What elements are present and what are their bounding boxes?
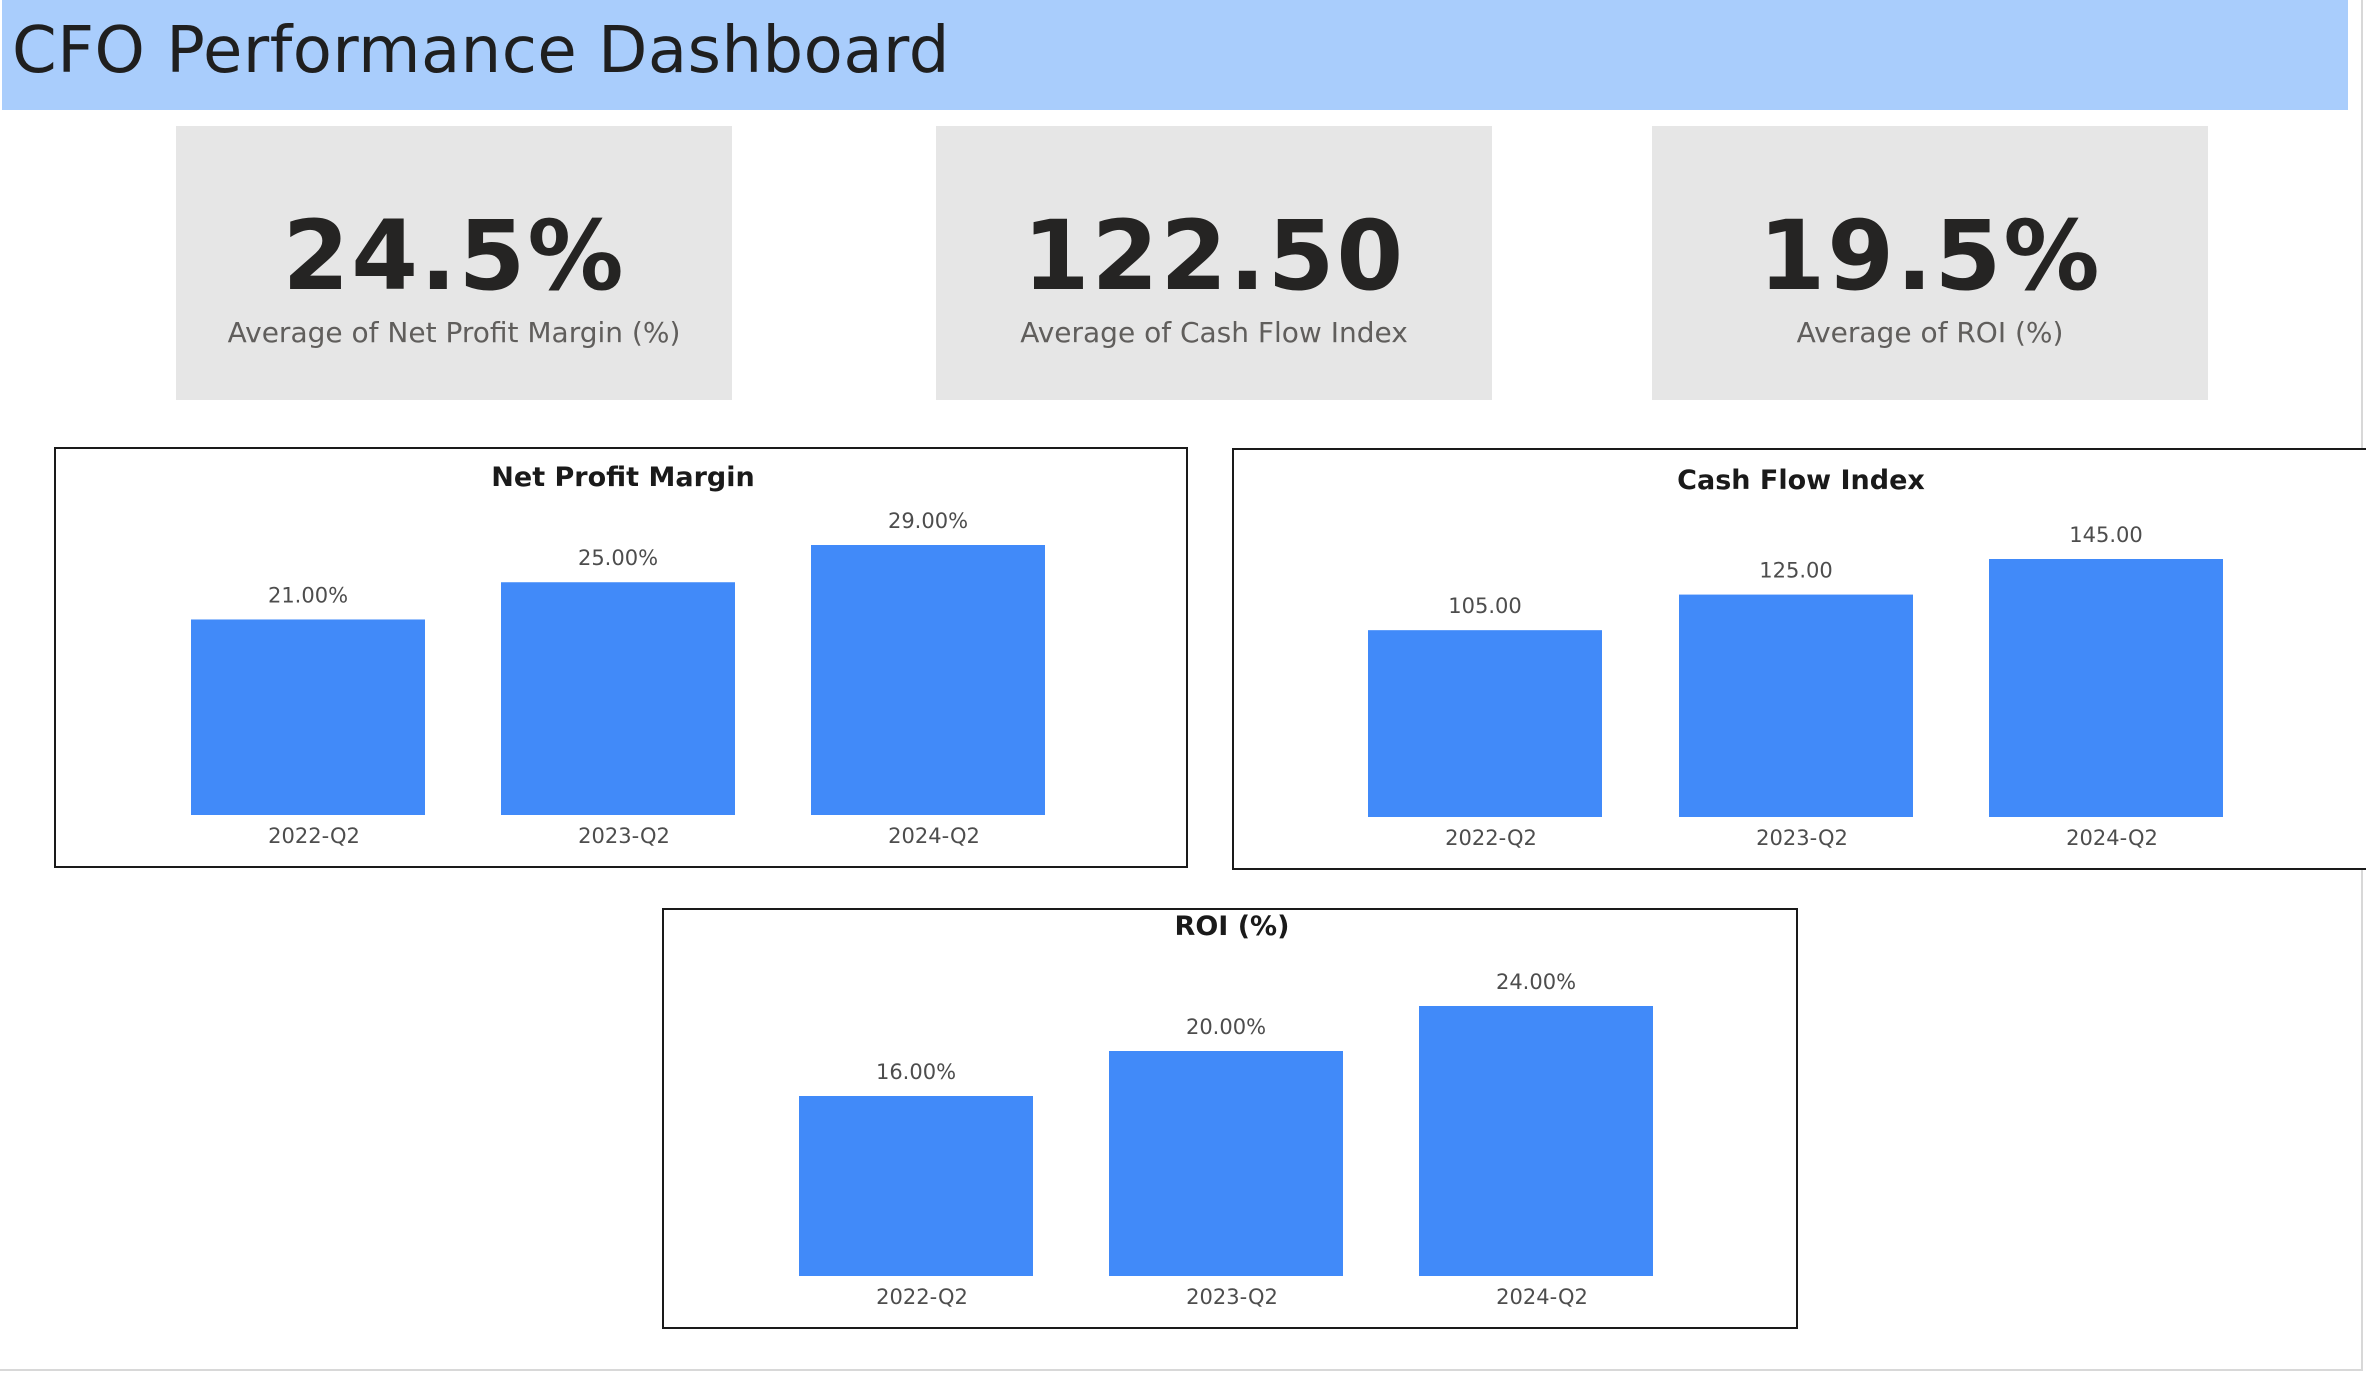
bar-2023-q2[interactable] xyxy=(1109,1051,1343,1276)
x-tick-label: 2023-Q2 xyxy=(1186,1285,1278,1309)
kpi-label: Average of Cash Flow Index xyxy=(1020,316,1408,349)
data-label: 29.00% xyxy=(888,509,968,533)
bar-2022-q2[interactable] xyxy=(191,619,425,815)
data-label: 20.00% xyxy=(1186,1015,1266,1039)
kpi-card-net-profit-margin[interactable]: 24.5% Average of Net Profit Margin (%) xyxy=(176,126,732,400)
kpi-value: 24.5% xyxy=(282,200,626,312)
cash-flow-index-chart[interactable]: Cash Flow Index 105.00 2022-Q2 125.00 2023-Q… xyxy=(1232,448,2366,870)
bar-2023-q2[interactable] xyxy=(1679,594,1913,817)
x-tick-label: 2022-Q2 xyxy=(1445,826,1537,850)
x-tick-label: 2024-Q2 xyxy=(1496,1285,1588,1309)
x-tick-label: 2023-Q2 xyxy=(578,824,670,848)
data-label: 145.00 xyxy=(2069,523,2142,547)
chart-title: ROI (%) xyxy=(1175,911,1290,942)
kpi-value: 122.50 xyxy=(1022,200,1406,312)
kpi-label: Average of ROI (%) xyxy=(1796,316,2064,349)
data-label: 125.00 xyxy=(1759,559,1832,583)
x-tick-label: 2022-Q2 xyxy=(268,824,360,848)
data-label: 25.00% xyxy=(578,546,658,570)
kpi-value: 19.5% xyxy=(1758,200,2102,312)
data-label: 21.00% xyxy=(268,583,348,607)
chart-svg: Cash Flow Index 105.00 2022-Q2 125.00 2023-Q… xyxy=(1368,465,2223,850)
kpi-label: Average of Net Profit Margin (%) xyxy=(227,316,681,349)
bar-2023-q2[interactable] xyxy=(501,582,735,815)
x-tick-label: 2024-Q2 xyxy=(2066,826,2158,850)
net-profit-margin-chart[interactable]: Net Profit Margin 21.00% 2022-Q2 25.00% 2023… xyxy=(54,447,1188,868)
chart-title: Cash Flow Index xyxy=(1677,465,1925,496)
x-tick-label: 2022-Q2 xyxy=(876,1285,968,1309)
x-tick-label: 2023-Q2 xyxy=(1756,826,1848,850)
bar-2024-q2[interactable] xyxy=(1419,1006,1653,1276)
chart-svg: Net Profit Margin 21.00% 2022-Q2 25.00% 2023… xyxy=(191,462,1045,848)
kpi-card-roi[interactable]: 19.5% Average of ROI (%) xyxy=(1652,126,2208,400)
bar-2022-q2[interactable] xyxy=(1368,630,1602,817)
dashboard-header: CFO Performance Dashboard xyxy=(2,0,2348,110)
chart-svg: ROI (%) 16.00% 2022-Q2 20.00% 2023-Q2 24.00% 2… xyxy=(799,911,1653,1309)
data-label: 24.00% xyxy=(1496,970,1576,994)
chart-title: Net Profit Margin xyxy=(491,462,754,493)
bar-2024-q2[interactable] xyxy=(1989,559,2223,817)
page-title: CFO Performance Dashboard xyxy=(12,14,950,88)
data-label: 16.00% xyxy=(876,1060,956,1084)
bar-2022-q2[interactable] xyxy=(799,1096,1033,1276)
data-label: 105.00 xyxy=(1448,594,1521,618)
kpi-card-cash-flow-index[interactable]: 122.50 Average of Cash Flow Index xyxy=(936,126,1492,400)
roi-chart[interactable]: ROI (%) 16.00% 2022-Q2 20.00% 2023-Q2 24.00% 2… xyxy=(662,908,1798,1329)
bar-2024-q2[interactable] xyxy=(811,545,1045,815)
x-tick-label: 2024-Q2 xyxy=(888,824,980,848)
